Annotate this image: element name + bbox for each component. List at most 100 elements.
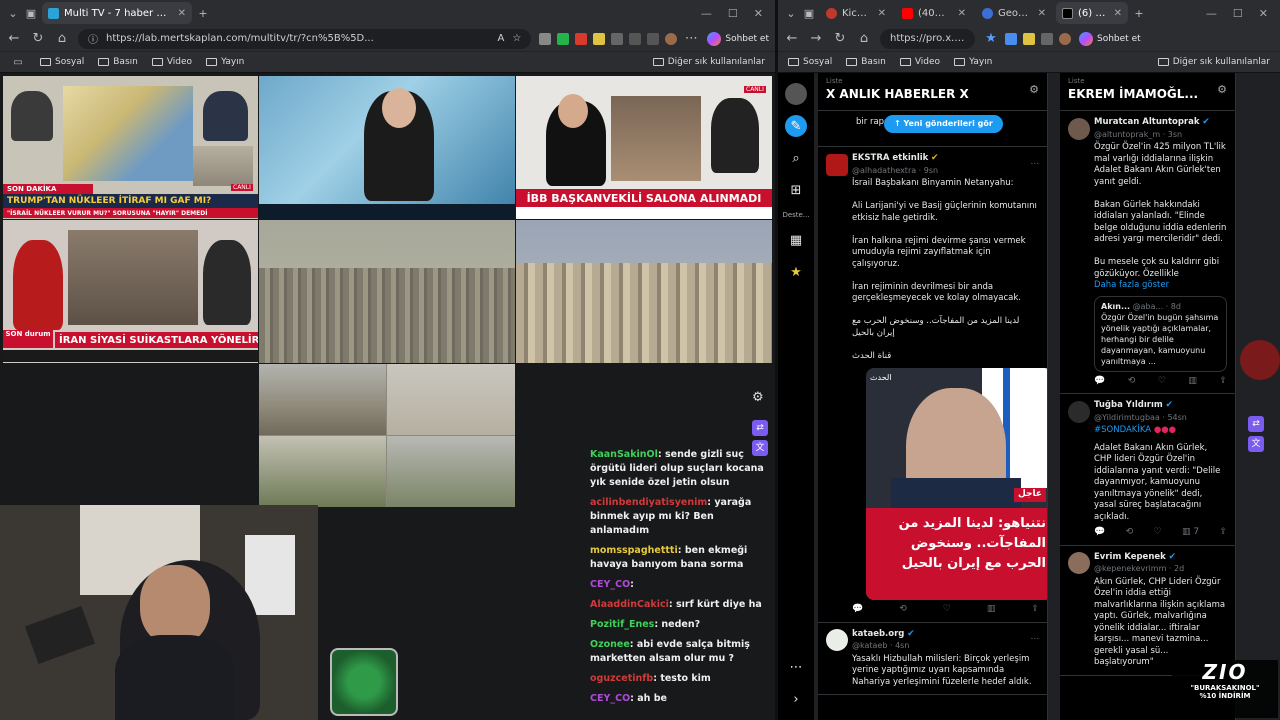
tweet-kepenek[interactable]: Evrim Kepenek ✔ @kepenekevrimm · 2d Akın… (1060, 546, 1235, 676)
extension-icon[interactable] (539, 32, 552, 45)
author-handle[interactable]: @altuntoprak_m · 3sn (1094, 129, 1210, 141)
copilot-button[interactable]: Sohbet et (1079, 31, 1141, 46)
tweet-yildirim[interactable]: Tuğba Yıldırım ✔ @Yildirimtugbaa · 54sn … (1060, 394, 1235, 546)
quoted-tweet[interactable]: Akın... @aba... · 8d Özgür Özel'in bugün… (1094, 295, 1227, 372)
avatar[interactable] (826, 629, 848, 651)
author-name[interactable]: kataeb.org (852, 629, 904, 639)
close-tab-icon[interactable]: ✕ (958, 8, 966, 19)
close-window-icon[interactable]: ✕ (1259, 7, 1268, 20)
refresh-icon[interactable]: ↻ (832, 31, 848, 46)
refresh-icon[interactable]: ↻ (30, 31, 46, 46)
tweet-media-image[interactable]: الحدث عاجل نتنياهو: لدينا المزيد من المف… (866, 368, 1047, 600)
back-icon[interactable]: ← (784, 31, 800, 46)
extension-icon[interactable] (575, 32, 588, 45)
extension-icon[interactable] (1041, 32, 1053, 45)
tv-tile-3[interactable]: CANLI İBB BAŞKANVEKİLİ SALONA ALINMADI (516, 76, 772, 219)
extension-icon[interactable] (1023, 32, 1035, 45)
search-icon[interactable]: ⌕ (785, 147, 807, 169)
maximize-icon[interactable]: ☐ (1233, 7, 1243, 20)
chat-username[interactable]: AlaaddinCakici (590, 599, 669, 610)
tweet-more-icon[interactable]: ⋯ (1031, 159, 1040, 171)
favorite-star-icon[interactable]: ★ (983, 31, 999, 46)
avatar[interactable] (1068, 400, 1090, 423)
bookmark-folder-basin[interactable]: Basın (98, 57, 138, 67)
tweet-altuntoprak[interactable]: Muratcan Altuntoprak ✔ @altuntoprak_m · … (1060, 111, 1235, 394)
profile-avatar[interactable] (665, 32, 678, 45)
author-handle[interactable]: @kepenekevrimm · 2d (1094, 563, 1184, 575)
bookmark-folder-video[interactable]: Video (899, 57, 940, 67)
workspaces-icon[interactable]: ▣ (802, 7, 816, 20)
sidebar-toggle-icon[interactable]: ▭ (10, 57, 26, 68)
favorite-star-icon[interactable]: ☆ (512, 33, 521, 44)
retweet-icon[interactable]: ⟲ (899, 604, 907, 616)
close-window-icon[interactable]: ✕ (754, 7, 763, 20)
avatar[interactable] (1068, 552, 1090, 574)
author-name[interactable]: Muratcan Altuntoprak (1094, 117, 1200, 127)
column-settings-icon[interactable]: ⚙ (1217, 83, 1227, 96)
tab-multitv[interactable]: Multi TV - 7 haber kanalını aynı an ✕ (42, 2, 192, 24)
tab-actions-icon[interactable]: ⌄ (6, 7, 20, 20)
tv-tile-5-city[interactable] (259, 220, 515, 363)
views-icon[interactable]: ▥ 7 (1182, 527, 1199, 539)
bookmark-folder-sosyal[interactable]: Sosyal (788, 57, 832, 67)
tv-tile-6-city[interactable] (516, 220, 772, 363)
deck-icon[interactable]: ▦ (785, 229, 807, 251)
tab-youtube[interactable]: (404) Kocan ✕ (896, 2, 972, 24)
extension-icon[interactable] (611, 32, 624, 45)
chat-username[interactable]: Pozitif_Enes (590, 619, 654, 630)
show-more-link[interactable]: Daha fazla göster (1094, 280, 1227, 292)
close-tab-icon[interactable]: ✕ (878, 8, 886, 19)
deck-star-icon[interactable]: ★ (785, 261, 807, 283)
minimize-icon[interactable]: — (1206, 7, 1217, 20)
author-name[interactable]: Evrim Kepenek (1094, 552, 1166, 562)
chat-username[interactable]: KaanSakinOl (590, 449, 658, 460)
author-handle[interactable]: @kataeb · 4sn (852, 640, 915, 652)
chat-username[interactable]: CEY_CO (590, 693, 630, 704)
chat-username[interactable]: momsspaghettti (590, 545, 678, 556)
retweet-icon[interactable]: ⟲ (1128, 376, 1136, 388)
minimize-icon[interactable]: — (701, 7, 712, 20)
tv-tile-2[interactable] (259, 76, 515, 219)
back-icon[interactable]: ← (6, 31, 22, 46)
tweet-more-icon[interactable]: ⋯ (1031, 634, 1040, 646)
tv-tile-7-quad[interactable] (259, 364, 515, 507)
extension-icon[interactable] (557, 32, 570, 45)
chat-username[interactable]: acilinbendiyatisyenim (590, 497, 707, 508)
tv-tile-1[interactable]: SON DAKİKA TRUMP'TAN NÜKLEER İTİRAF MI G… (3, 76, 258, 219)
share-icon[interactable]: ⇪ (1031, 604, 1039, 616)
home-icon[interactable]: ⌂ (54, 31, 70, 46)
tweet-previous[interactable]: bir rapor talep etti. ↑ Yeni gönderileri… (818, 111, 1047, 147)
avatar[interactable] (826, 153, 848, 176)
tab-geopulse[interactable]: GeoPulse ✕ (976, 2, 1052, 24)
close-tab-icon[interactable]: ✕ (1114, 8, 1122, 19)
other-bookmarks[interactable]: Diğer sık kullanılanlar (652, 57, 765, 67)
reply-icon[interactable]: 💬 (1094, 527, 1105, 539)
avatar[interactable] (1068, 117, 1090, 140)
bookmark-folder-sosyal[interactable]: Sosyal (40, 57, 84, 67)
new-tab-icon[interactable]: + (196, 7, 210, 20)
tab-actions-icon[interactable]: ⌄ (784, 7, 798, 20)
account-avatar[interactable] (785, 83, 807, 105)
extension-icon[interactable] (593, 32, 606, 45)
chat-username[interactable]: Ozonee (590, 639, 630, 650)
address-bar[interactable]: https://pro.x.c... (880, 28, 975, 49)
more-options-icon[interactable]: ⋯ (785, 656, 807, 678)
address-bar[interactable]: ⓘ https://lab.mertskaplan.com/multitv/tr… (78, 28, 532, 49)
tv-tile-4[interactable]: SON durum İRAN SİYASİ SUİKASTLARA YÖNELİ… (3, 220, 258, 363)
views-icon[interactable]: ▥ (987, 604, 996, 616)
close-tab-icon[interactable]: ✕ (1038, 8, 1046, 19)
maximize-icon[interactable]: ☐ (728, 7, 738, 20)
compose-post-icon[interactable]: ✎ (785, 115, 807, 137)
reply-icon[interactable]: 💬 (852, 604, 863, 616)
author-name[interactable]: Tuğba Yıldırım (1094, 400, 1163, 410)
bookmark-folder-basin[interactable]: Basın (846, 57, 886, 67)
views-icon[interactable]: ▥ (1188, 376, 1197, 388)
profile-avatar[interactable] (1059, 32, 1071, 45)
home-icon[interactable]: ⌂ (856, 31, 872, 46)
forward-icon[interactable]: → (808, 31, 824, 46)
like-icon[interactable]: ♡ (1158, 376, 1166, 388)
reply-icon[interactable]: 💬 (1094, 376, 1105, 388)
author-name[interactable]: EKSTRA etkinlik (852, 153, 928, 163)
add-column-icon[interactable]: ⊞ (785, 179, 807, 201)
tab-kickpeek[interactable]: KickPeek ✕ (820, 2, 892, 24)
